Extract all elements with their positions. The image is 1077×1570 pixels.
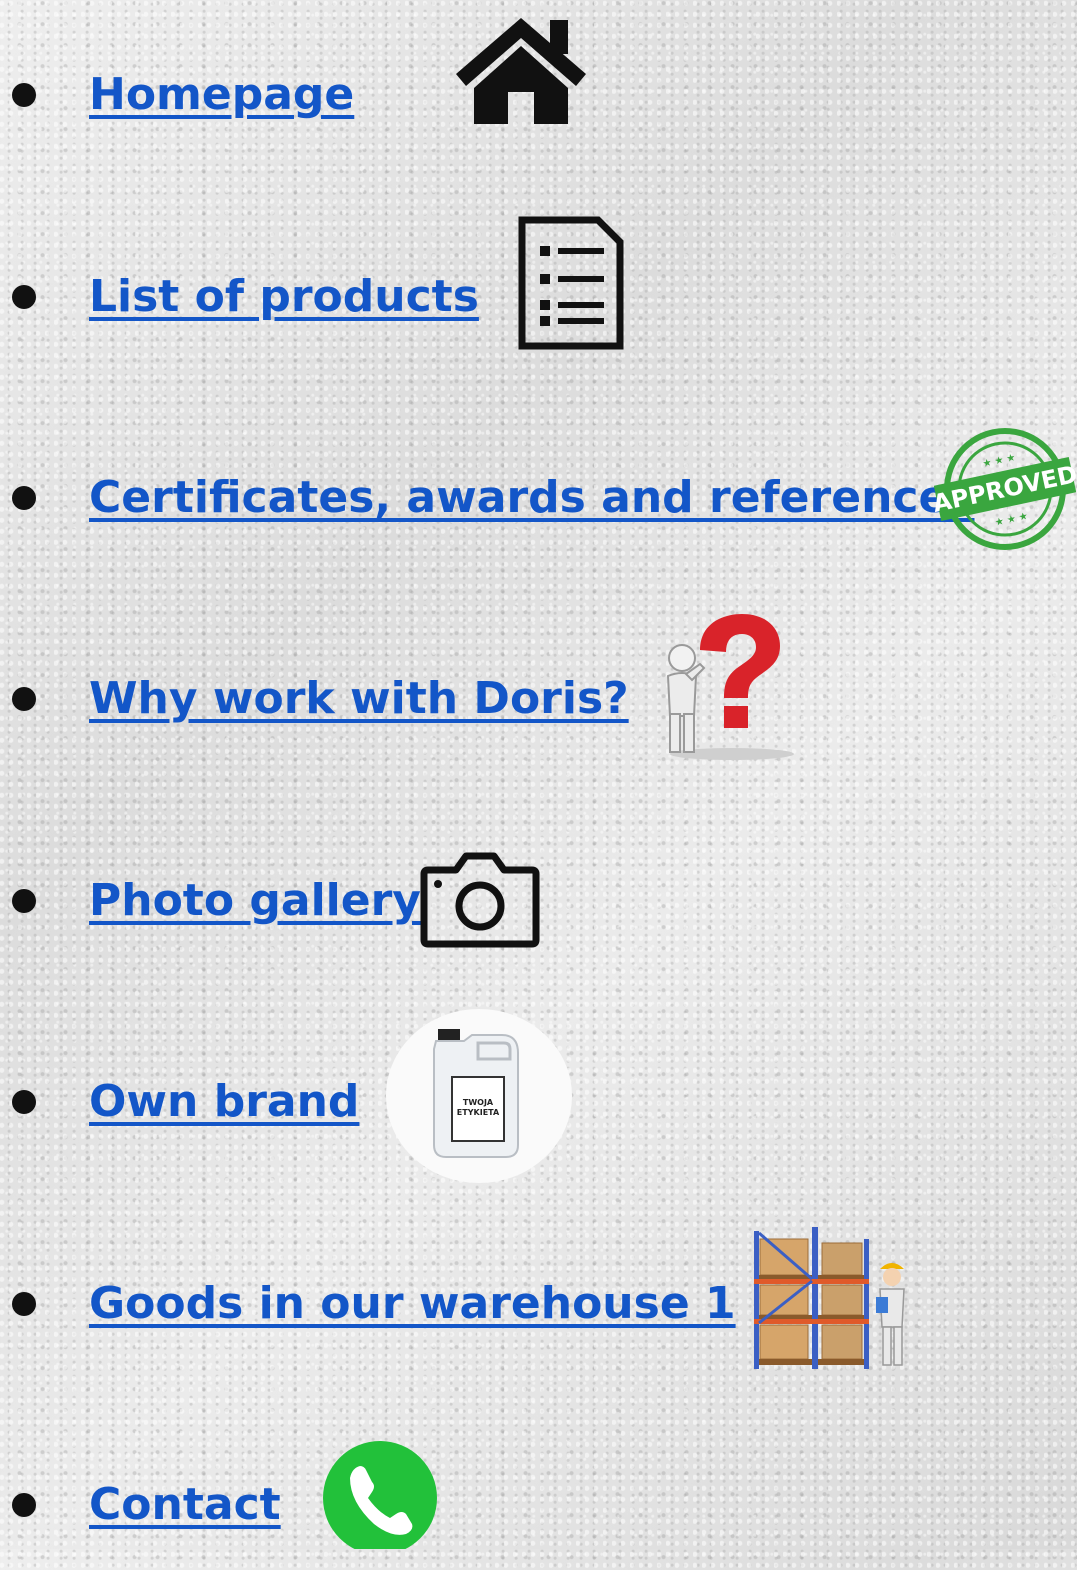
menu-item-certificates: Certificates, awards and references APPR… — [0, 428, 1077, 563]
warehouse-icon — [754, 1227, 905, 1369]
bullet — [12, 486, 36, 510]
document-list-icon — [518, 216, 624, 350]
question-mark-figure-icon — [666, 614, 794, 760]
svg-text:★ ★ ★: ★ ★ ★ — [982, 452, 1017, 470]
bullet — [12, 687, 36, 711]
why-doris-link[interactable]: Why work with Doris? — [89, 671, 629, 727]
menu-item-homepage: Homepage — [0, 18, 1077, 160]
approved-stamp-icon: APPROVED ★ ★ ★ ★ ★ ★ — [934, 428, 1076, 550]
menu-item-warehouse: Goods in our warehouse 1 — [0, 1227, 1077, 1369]
contact-link[interactable]: Contact — [89, 1477, 281, 1533]
bullet — [12, 83, 36, 107]
bullet — [12, 1090, 36, 1114]
bullet — [12, 889, 36, 913]
menu-item-photo-gallery: Photo gallery — [0, 836, 1077, 966]
warehouse-link[interactable]: Goods in our warehouse 1 — [89, 1276, 736, 1332]
navigation-menu: Homepage List of products Certificates, … — [0, 0, 1077, 1549]
home-icon — [456, 18, 586, 124]
certificates-link[interactable]: Certificates, awards and references — [89, 470, 975, 526]
bullet — [12, 285, 36, 309]
bullet — [12, 1292, 36, 1316]
own-brand-link[interactable]: Own brand — [89, 1074, 359, 1130]
phone-icon — [323, 1441, 437, 1549]
bullet — [12, 1493, 36, 1517]
menu-item-own-brand: Own brand TWOJA ETYKIETA — [0, 1009, 1077, 1183]
photo-gallery-link[interactable]: Photo gallery — [89, 873, 421, 929]
menu-item-contact: Contact — [0, 1440, 1077, 1570]
stamp-text: APPROVED — [934, 460, 1076, 518]
menu-item-why-doris: Why work with Doris? — [0, 614, 1077, 764]
homepage-link[interactable]: Homepage — [89, 67, 354, 123]
canister-label-line1: TWOJA — [463, 1098, 494, 1107]
canister-icon: TWOJA ETYKIETA — [386, 1009, 572, 1183]
camera-icon — [420, 852, 540, 948]
canister-label-line2: ETYKIETA — [457, 1108, 500, 1117]
svg-text:★ ★ ★: ★ ★ ★ — [994, 511, 1029, 529]
list-of-products-link[interactable]: List of products — [89, 269, 479, 325]
menu-item-list-of-products: List of products — [0, 216, 1077, 362]
